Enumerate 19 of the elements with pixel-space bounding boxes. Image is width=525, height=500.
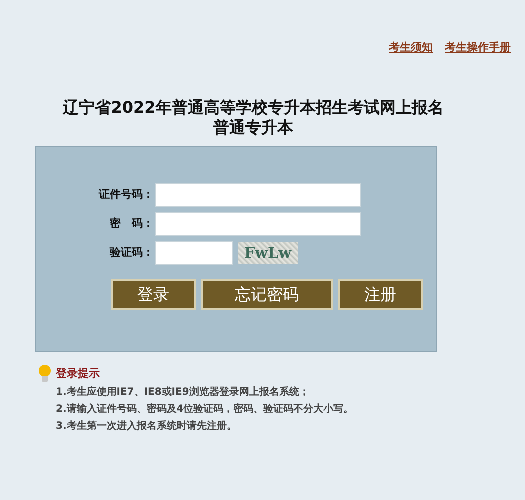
input-field[interactable]	[155, 212, 361, 236]
field-label: 密 码：	[109, 216, 154, 232]
tip-text: 3.考生第一次进入报名系统时请先注册。	[56, 420, 238, 433]
form-button[interactable]: 登录	[111, 279, 196, 310]
field-label: 证件号码：	[98, 186, 154, 203]
tip-text: 1.考生应使用IE7、IE8或IE9浏览器登录网上报名系统；	[56, 386, 310, 399]
tip-text: 2.请输入证件号码、密码及4位验证码，密码、验证码不分大小写。	[56, 403, 355, 416]
tips-heading: 登录提示	[56, 366, 100, 382]
header-link[interactable]: 考生操作手册	[445, 40, 511, 60]
page-title: 普通专升本	[214, 118, 294, 138]
page-title: 辽宁省2022年普通高等学校专升本招生考试网上报名	[63, 98, 444, 118]
input-field[interactable]	[155, 183, 361, 207]
header-link[interactable]: 考生须知	[389, 40, 433, 60]
captcha-image: FwLw	[238, 242, 298, 264]
form-button[interactable]: 注册	[338, 279, 423, 310]
form-button[interactable]: 忘记密码	[201, 279, 333, 310]
lightbulb-icon	[38, 364, 52, 384]
field-label: 验证码：	[108, 244, 154, 261]
captcha-field[interactable]	[155, 241, 233, 265]
